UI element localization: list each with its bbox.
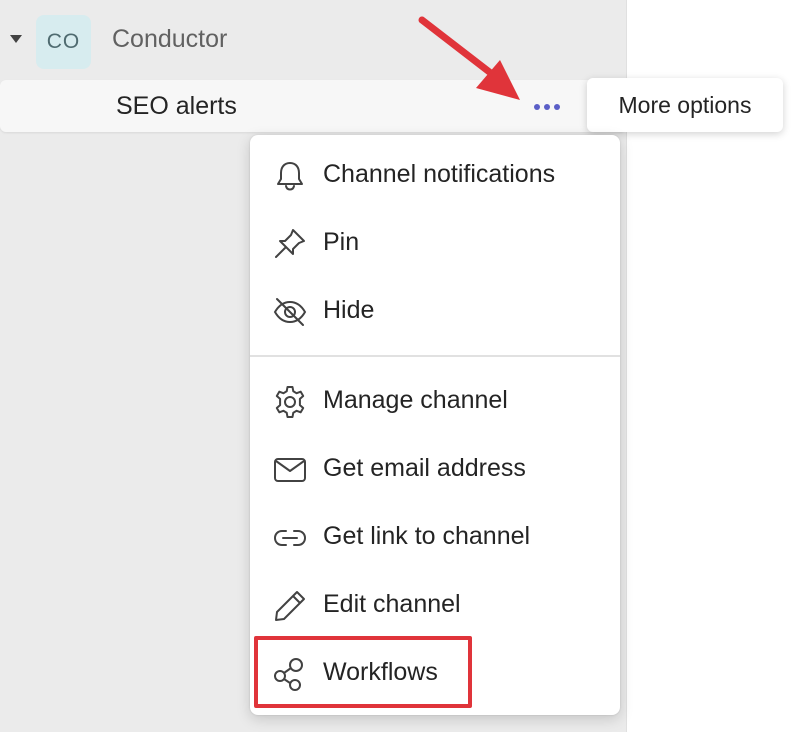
pin-icon	[275, 229, 305, 258]
menu-item-edit-channel[interactable]: Edit channel	[250, 575, 620, 637]
team-avatar: CO	[36, 15, 91, 69]
menu-item-get-email-address[interactable]: Get email address	[250, 439, 620, 501]
menu-item-label: Channel notifications	[323, 160, 556, 188]
more-options-button[interactable]	[528, 92, 566, 122]
menu-item-label: Get email address	[323, 454, 526, 482]
screenshot-stage: CO Conductor SEO alerts More options Cha…	[0, 0, 806, 732]
gear-icon	[275, 386, 305, 418]
more-dot	[534, 104, 540, 110]
team-name: Conductor	[112, 25, 228, 53]
menu-item-workflows[interactable]: Workflows	[250, 643, 620, 705]
link-icon	[273, 530, 307, 546]
menu-item-label: Get link to channel	[323, 522, 531, 550]
menu-divider	[250, 355, 620, 357]
menu-item-get-link-to-channel[interactable]: Get link to channel	[250, 507, 620, 569]
menu-item-channel-notifications[interactable]: Channel notifications	[250, 145, 620, 207]
pencil-icon	[275, 591, 305, 621]
menu-item-label: Edit channel	[323, 590, 461, 618]
channel-row-seo-alerts[interactable]: SEO alerts	[0, 80, 626, 132]
workflow-icon	[274, 658, 303, 691]
menu-item-manage-channel[interactable]: Manage channel	[250, 371, 620, 433]
menu-item-label: Hide	[323, 296, 375, 324]
channel-name: SEO alerts	[116, 92, 237, 120]
channel-options-menu: Channel notifications Pin Hide Manage ch…	[250, 135, 620, 715]
eye-off-icon	[273, 298, 307, 326]
menu-item-label: Workflows	[323, 658, 438, 686]
more-options-tooltip: More options	[587, 78, 783, 132]
bell-icon	[277, 162, 303, 191]
menu-item-hide[interactable]: Hide	[250, 281, 620, 343]
more-dot	[554, 104, 560, 110]
caret-down-icon[interactable]	[10, 35, 22, 43]
menu-item-label: Pin	[323, 228, 360, 256]
menu-item-label: Manage channel	[323, 386, 508, 414]
menu-item-pin[interactable]: Pin	[250, 213, 620, 275]
team-row-conductor[interactable]: CO Conductor	[0, 10, 626, 74]
more-dot	[544, 104, 550, 110]
mail-icon	[274, 458, 306, 482]
